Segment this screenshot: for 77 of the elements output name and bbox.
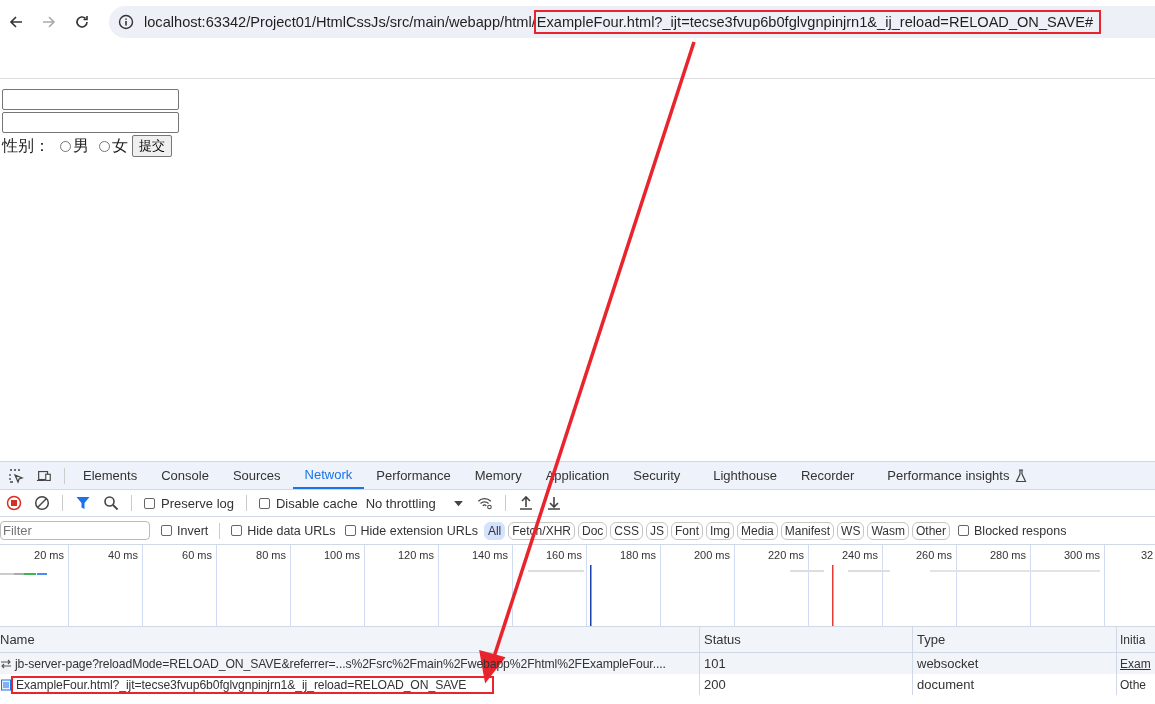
- time-tick-label: 300 ms: [1063, 549, 1100, 561]
- status-cell: 101: [700, 653, 913, 674]
- time-tick-label: 200 ms: [693, 549, 730, 561]
- throttling-dropdown[interactable]: No throttling: [365, 495, 463, 511]
- blocked-responses-checkbox[interactable]: Blocked respons: [958, 523, 1067, 538]
- time-tick-label: 160 ms: [545, 549, 582, 561]
- caret-icon: [453, 499, 463, 507]
- gender-radio[interactable]: 男: [60, 135, 89, 157]
- devtools-tab[interactable]: Recorder: [788, 462, 867, 489]
- column-header[interactable]: Status: [700, 627, 913, 652]
- initiator-cell-text: Exam: [1119, 655, 1152, 673]
- download-icon[interactable]: [545, 495, 562, 511]
- devtools-tab[interactable]: Performance insights: [875, 462, 1040, 489]
- inspect-icon[interactable]: [8, 467, 24, 484]
- info-icon[interactable]: [118, 14, 134, 30]
- invert-checkbox[interactable]: Invert: [161, 523, 209, 538]
- type-filter-chip[interactable]: Wasm: [867, 521, 909, 540]
- column-header[interactable]: Type: [913, 627, 1117, 652]
- hide-data-urls-checkbox[interactable]: Hide data URLs: [231, 523, 336, 538]
- devtools-tab[interactable]: Network: [292, 462, 365, 489]
- time-tick-label: 80 ms: [256, 549, 286, 561]
- time-tick-label: 240 ms: [841, 549, 878, 561]
- time-tick-label: 140 ms: [471, 549, 508, 561]
- time-tick-label: 20 ms: [34, 549, 64, 561]
- type-filter-chip[interactable]: Font: [671, 521, 704, 540]
- swap-arrows-icon: [0, 657, 12, 670]
- gender-label: 性别：: [2, 135, 50, 156]
- gender-radio[interactable]: 女: [99, 135, 128, 157]
- flask-icon: [1015, 468, 1028, 483]
- devtools-tab[interactable]: Security: [621, 462, 693, 489]
- devtools-tab[interactable]: Sources: [220, 462, 293, 489]
- time-tick-label: 180 ms: [619, 549, 656, 561]
- type-filter-chip[interactable]: Doc: [577, 521, 608, 540]
- url-text: localhost:63342/Project01/HtmlCssJs/src/main/webapp/html/: [144, 14, 536, 30]
- status-cell: 200: [700, 674, 913, 695]
- time-tick-label: 40 ms: [108, 549, 138, 561]
- devtools-tab[interactable]: Console: [149, 462, 221, 489]
- highlighted-url-text: ExampleFour.html?_ijt=tecse3fvup6b0fglvgnpinjrn1&_ij_reload=RELOAD_ON_SAVE#: [533, 10, 1101, 34]
- preserve-log-checkbox[interactable]: Preserve log: [144, 495, 234, 511]
- devtools-tab[interactable]: Elements: [71, 462, 150, 489]
- submit-button[interactable]: 提交: [132, 135, 172, 157]
- upload-icon[interactable]: [517, 495, 534, 511]
- hide-extension-urls-checkbox[interactable]: Hide extension URLs: [344, 523, 478, 538]
- text-input[interactable]: [2, 89, 179, 110]
- time-tick-label: 32: [1141, 549, 1154, 561]
- type-cell: websocket: [913, 653, 1117, 674]
- time-tick-label: 120 ms: [397, 549, 434, 561]
- devtools-tab[interactable]: Lighthouse: [701, 462, 789, 489]
- search-icon[interactable]: [103, 495, 119, 511]
- time-tick-label: 280 ms: [989, 549, 1026, 561]
- initiator-cell-text: Othe: [1119, 676, 1147, 694]
- clear-icon[interactable]: [34, 495, 50, 511]
- document-icon: [0, 678, 12, 691]
- address-bar[interactable]: localhost:63342/Project01/HtmlCssJs/src/main/webapp/html/ExampleFour.html?_ijt=tecse3fvup6b0fglvgnpinjrn1&_ij_reload=RELOAD_ON_SAVE#: [109, 6, 1155, 38]
- type-filter-chip[interactable]: CSS: [610, 521, 643, 540]
- type-filter-chip[interactable]: Manifest: [780, 521, 835, 540]
- type-filter-chip[interactable]: Other: [912, 521, 950, 540]
- type-filter-chip[interactable]: Img: [706, 521, 735, 540]
- filter-icon[interactable]: [75, 495, 91, 511]
- disable-cache-checkbox[interactable]: Disable cache: [259, 495, 358, 511]
- request-name[interactable]: ExampleFour.html?_ijt=tecse3fvup6b0fglvgnpinjrn1&_ij_reload=RELOAD_ON_SAVE: [11, 675, 495, 694]
- type-filter-chip[interactable]: JS: [646, 521, 668, 540]
- time-tick-label: 60 ms: [182, 549, 212, 561]
- type-filter-chip[interactable]: All: [483, 521, 506, 540]
- record-icon[interactable]: [6, 495, 22, 511]
- time-tick-label: 260 ms: [915, 549, 952, 561]
- filter-field[interactable]: Filter: [0, 521, 150, 540]
- type-filter-chip[interactable]: WS: [837, 521, 865, 540]
- time-tick-label: 220 ms: [767, 549, 804, 561]
- devtools-tab[interactable]: Performance: [364, 462, 463, 489]
- time-tick-label: 100 ms: [323, 549, 360, 561]
- devtools-tab[interactable]: Memory: [462, 462, 534, 489]
- type-filter-chip[interactable]: Media: [737, 521, 778, 540]
- type-cell: document: [913, 674, 1117, 695]
- wifi-settings-icon[interactable]: [476, 495, 493, 511]
- column-header[interactable]: Initia: [1117, 627, 1155, 652]
- text-input[interactable]: [2, 112, 179, 133]
